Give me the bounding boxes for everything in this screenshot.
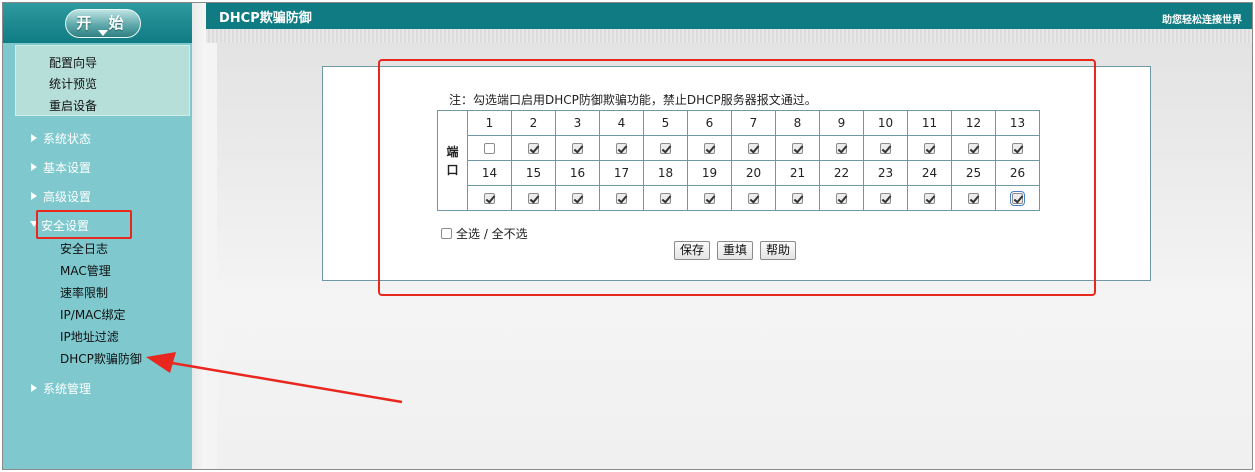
annotation-arrow	[146, 352, 403, 404]
arrow-head	[146, 352, 176, 373]
arrow-shaft	[165, 360, 403, 404]
